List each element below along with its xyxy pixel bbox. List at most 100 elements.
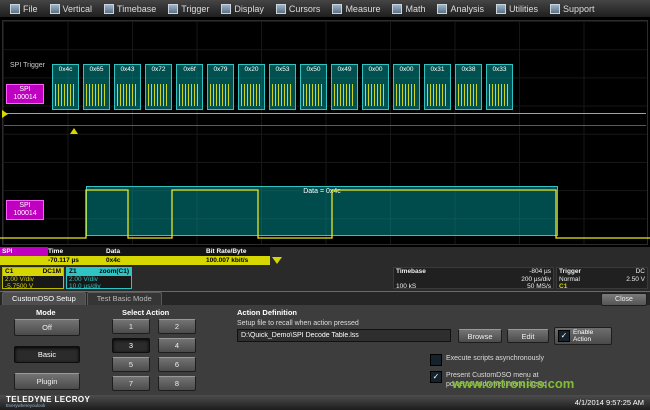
timebase-samples: 100 kS <box>396 283 416 289</box>
z1-descriptor-box[interactable]: Z1 zoom(C1) 2.00 V/div 10.0 µs/div <box>66 267 132 289</box>
spi-clock-burst <box>458 84 479 106</box>
trigger-label: Trigger <box>559 268 581 276</box>
menu-support[interactable]: Support <box>544 2 601 16</box>
edit-button[interactable]: Edit <box>507 329 549 343</box>
support-icon <box>550 4 560 14</box>
decode-value: 0x38 <box>456 66 481 73</box>
timebase-descriptor-box[interactable]: Timebase -804 µs 200 µs/div 100 kS 50 MS… <box>393 267 554 289</box>
mode-plugin-button[interactable]: Plugin <box>14 373 80 390</box>
action-button-7[interactable]: 7 <box>112 376 150 391</box>
async-checkbox-icon <box>430 354 442 366</box>
spi-badge-value: 100014 <box>7 94 43 102</box>
spi-bus-badge-top[interactable]: SPI 100014 <box>6 84 44 104</box>
spi-decode-table: SPI Time Data Bit Rate/Byte -70.117 µs 0… <box>0 247 270 265</box>
action-button-3[interactable]: 3 <box>112 338 150 353</box>
action-button-8[interactable]: 8 <box>158 376 196 391</box>
spi-decode-byte: 0x72 <box>145 64 172 110</box>
spi-decode-byte: 0x6f <box>176 64 203 110</box>
watermark-text: www.cntronics.com <box>452 376 574 391</box>
menu-display[interactable]: Display <box>215 2 270 16</box>
enable-action-toggle[interactable]: Enable Action <box>554 327 612 345</box>
c1-trace-baseline <box>4 113 646 114</box>
spi-clock-burst <box>365 84 386 106</box>
timebase-rate: 50 MS/s <box>527 283 551 289</box>
trigger-level: 2.50 V <box>626 276 645 283</box>
spi-clock-burst <box>489 84 510 106</box>
menu-timebase[interactable]: Timebase <box>98 2 162 16</box>
spi-decode-byte: 0x31 <box>424 64 451 110</box>
menu-math[interactable]: Math <box>386 2 431 16</box>
spi-decode-byte: 0x50 <box>300 64 327 110</box>
enable-action-checkbox-icon <box>558 330 570 342</box>
spi-decode-byte: 0x79 <box>207 64 234 110</box>
spi-decode-byte: 0x49 <box>331 64 358 110</box>
browse-button[interactable]: Browse <box>458 329 502 343</box>
menu-label: Cursors <box>289 4 321 14</box>
menu-utilities[interactable]: Utilities <box>490 2 544 16</box>
menu-measure[interactable]: Measure <box>326 2 386 16</box>
spi-clock-burst <box>148 84 169 106</box>
c1-descriptor-box[interactable]: C1 DC1M 2.00 V/div -5.7500 V <box>2 267 64 289</box>
decode-value: 0x4c <box>53 66 78 73</box>
timebase-icon <box>104 4 114 14</box>
decode-row-time: -70.117 µs <box>48 257 106 264</box>
menu-vertical[interactable]: Vertical <box>44 2 99 16</box>
z1-name: Z1 <box>69 268 77 276</box>
spi-decode-byte: 0x00 <box>393 64 420 110</box>
setup-file-label: Setup file to recall when action pressed <box>237 320 359 327</box>
spi-badge-title: SPI <box>7 202 43 210</box>
menu-trigger[interactable]: Trigger <box>162 2 215 16</box>
spi-clock-burst <box>210 84 231 106</box>
decode-value: 0x43 <box>115 66 140 73</box>
menu-label: Analysis <box>450 4 484 14</box>
action-button-2[interactable]: 2 <box>158 319 196 334</box>
vertical-icon <box>50 4 60 14</box>
action-button-6[interactable]: 6 <box>158 357 196 372</box>
decode-value: 0x79 <box>208 66 233 73</box>
decode-row-data: 0x4c <box>106 257 206 264</box>
async-checkbox-row[interactable]: Execute scripts asynchronously <box>430 354 544 366</box>
mode-basic-button[interactable]: Basic <box>14 346 80 363</box>
async-label: Execute scripts asynchronously <box>446 354 544 363</box>
menu-label: File <box>23 4 38 14</box>
timebase-label: Timebase <box>396 268 426 276</box>
action-button-4[interactable]: 4 <box>158 338 196 353</box>
spi-clock-burst <box>86 84 107 106</box>
decode-row-bitrate: 100.007 kbit/s <box>206 257 268 264</box>
trigger-position-marker[interactable] <box>70 128 78 134</box>
spi-bus-badge-zoom[interactable]: SPI 100014 <box>6 200 44 220</box>
action-button-1[interactable]: 1 <box>112 319 150 334</box>
decode-value: 0x49 <box>332 66 357 73</box>
decode-value: 0x00 <box>394 66 419 73</box>
decode-value: 0x50 <box>301 66 326 73</box>
spi-clock-burst <box>334 84 355 106</box>
decode-value: 0x20 <box>239 66 264 73</box>
spi-decode-byte: 0x43 <box>114 64 141 110</box>
mode-off-button[interactable]: Off <box>14 319 80 336</box>
trigger-coupling: DC <box>636 268 645 276</box>
spi-clock-burst <box>241 84 262 106</box>
action-button-grid: 1 2 3 4 5 6 7 8 <box>112 319 196 391</box>
tab-customdso-setup[interactable]: CustomDSO Setup <box>2 292 86 305</box>
utilities-icon <box>496 4 506 14</box>
spi-decode-byte: 0x00 <box>362 64 389 110</box>
menu-bar: File Vertical Timebase Trigger Display C… <box>0 0 650 18</box>
spi-decode-byte: 0x53 <box>269 64 296 110</box>
decode-table-bus[interactable]: SPI <box>0 247 48 256</box>
tab-test-basic-mode[interactable]: Test Basic Mode <box>87 292 162 305</box>
decode-table-row[interactable]: -70.117 µs 0x4c 100.007 kbit/s <box>0 256 270 265</box>
menu-label: Math <box>405 4 425 14</box>
menu-file[interactable]: File <box>4 2 44 16</box>
status-bar: TELEDYNE LECROY Everywhereyoulook 4/1/20… <box>0 395 650 410</box>
menu-cursors[interactable]: Cursors <box>270 2 327 16</box>
action-button-5[interactable]: 5 <box>112 357 150 372</box>
channel1-level-marker[interactable] <box>2 110 8 118</box>
menu-analysis[interactable]: Analysis <box>431 2 490 16</box>
setup-file-input[interactable] <box>237 329 451 342</box>
spi-decode-byte: 0x20 <box>238 64 265 110</box>
trigger-descriptor-box[interactable]: Trigger DC Normal 2.50 V C1 <box>556 267 648 289</box>
decode-col-time: Time <box>48 248 106 255</box>
menu-label: Timebase <box>117 4 156 14</box>
z1-timebase: 10.0 µs/div <box>69 283 101 289</box>
menu-label: Trigger <box>181 4 209 14</box>
